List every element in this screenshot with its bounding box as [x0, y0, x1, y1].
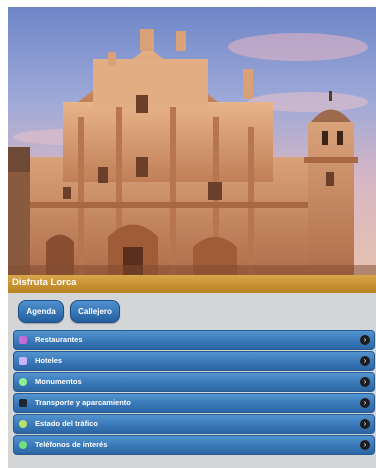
- chevron-right-icon: ›: [360, 419, 370, 429]
- menu-item-label: Monumentos: [35, 377, 82, 386]
- header-bar: Disfruta Lorca: [8, 275, 376, 293]
- main-menu: Restaurantes › Hoteles › Monumentos › Tr…: [13, 330, 375, 456]
- monument-icon: [19, 378, 27, 386]
- menu-item-label: Estado del tráfico: [35, 419, 98, 428]
- bus-icon: [19, 399, 27, 407]
- chevron-right-icon: ›: [360, 440, 370, 450]
- bed-icon: [19, 357, 27, 365]
- chevron-right-icon: ›: [360, 377, 370, 387]
- app-screen: Disfruta Lorca Agenda Callejero Restaura…: [8, 7, 376, 468]
- chevron-right-icon: ›: [360, 335, 370, 345]
- menu-item-hoteles[interactable]: Hoteles ›: [13, 351, 375, 371]
- agenda-button[interactable]: Agenda: [18, 300, 64, 323]
- phone-icon: [19, 441, 27, 449]
- menu-item-label: Restaurantes: [35, 335, 83, 344]
- menu-item-monumentos[interactable]: Monumentos ›: [13, 372, 375, 392]
- chevron-right-icon: ›: [360, 398, 370, 408]
- menu-item-restaurantes[interactable]: Restaurantes ›: [13, 330, 375, 350]
- hero-image: [8, 7, 376, 275]
- page-title: Disfruta Lorca: [12, 277, 77, 288]
- menu-item-telefonos[interactable]: Teléfonos de interés ›: [13, 435, 375, 455]
- menu-item-label: Teléfonos de interés: [35, 440, 108, 449]
- cutlery-icon: [19, 336, 27, 344]
- traffic-light-icon: [19, 420, 27, 428]
- chevron-right-icon: ›: [360, 356, 370, 366]
- menu-item-trafico[interactable]: Estado del tráfico ›: [13, 414, 375, 434]
- menu-item-label: Transporte y aparcamiento: [35, 398, 131, 407]
- menu-item-transporte[interactable]: Transporte y aparcamiento ›: [13, 393, 375, 413]
- callejero-button[interactable]: Callejero: [70, 300, 120, 323]
- menu-item-label: Hoteles: [35, 356, 63, 365]
